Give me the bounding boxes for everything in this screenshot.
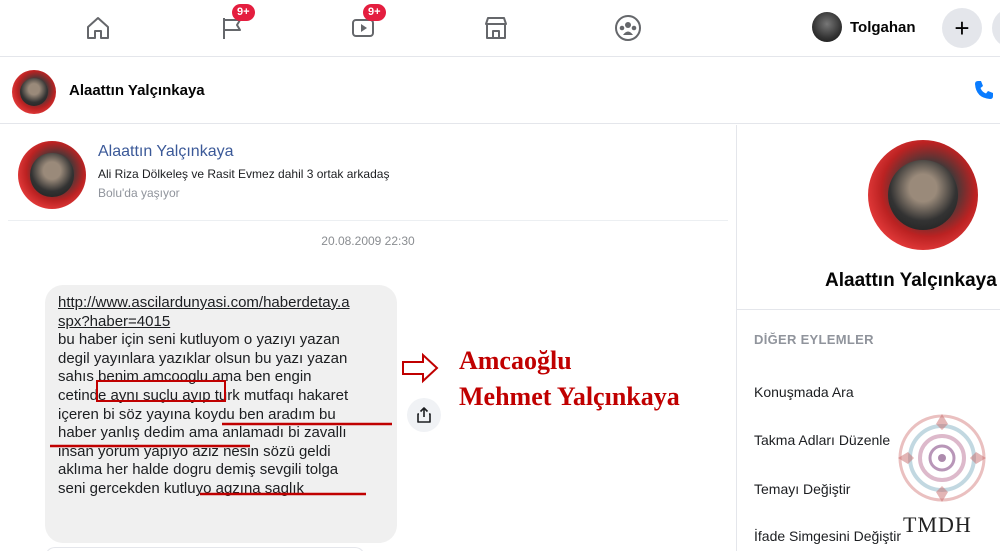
groups-icon[interactable] [610, 10, 646, 46]
video-badge: 9+ [363, 4, 386, 21]
conversation-pane: Alaattın Yalçınkaya Ali Riza Dölkeleş ve… [0, 125, 736, 551]
message-link-line1[interactable]: http://www.ascilardunyasi.com/haberdetay… [58, 294, 385, 313]
message-line: sahıs benim amcooglu ama ben engin [58, 368, 312, 386]
home-icon[interactable] [80, 10, 116, 46]
watermark-text: TMDH [903, 512, 972, 537]
phone-call-icon[interactable] [972, 78, 996, 108]
message-bubble: http://www.ascilardunyasi.com/haberdetay… [45, 285, 397, 543]
message-line: bu haber için seni kutluyom o yazıyı yaz… [58, 331, 340, 349]
divider [737, 309, 1000, 310]
annotation-line1: Amcaoğlu [459, 346, 572, 375]
message-line: cetinde aynı suçlu ayıp turk mutfaqı hak… [58, 386, 349, 404]
profile-card: Alaattın Yalçınkaya Ali Riza Dölkeleş ve… [8, 133, 728, 221]
location-text: Bolu'da yaşıyor [98, 186, 180, 200]
info-panel-name: Alaattın Yalçınkaya [825, 270, 997, 291]
message-line: haber yanlış dedim ama anlamadı bi zaval… [58, 424, 347, 442]
chat-header: Alaattın Yalçınkaya [0, 58, 1000, 124]
message-line: degil yayınlara yazıklar olsun bu yazı y… [58, 349, 348, 367]
message-timestamp: 20.08.2009 22:30 [321, 234, 415, 248]
profile-card-avatar[interactable] [18, 141, 86, 209]
watch-video-icon[interactable]: 9+ [345, 4, 386, 46]
marketplace-icon[interactable] [478, 10, 514, 46]
message-line: aklıma her halde dogru demiş sevgili tol… [58, 461, 339, 479]
message-line: insan yorum yapıyo aziz nesin sözü geldi [58, 442, 331, 460]
mutual-friends: Ali Riza Dölkeleş ve Rasit Evmez dahil 3… [98, 167, 390, 181]
user-avatar[interactable] [812, 12, 842, 42]
next-message-bubble [45, 547, 365, 551]
contact-name[interactable]: Alaattın Yalçınkaya [69, 82, 205, 99]
user-name[interactable]: Tolgahan [850, 19, 916, 36]
change-theme[interactable]: Temayı Değiştir [754, 481, 850, 497]
message-line: seni gercekden kutluyo agzına saglık [58, 479, 304, 497]
top-navigation: 9+ 9+ Tolgahan + [0, 0, 1000, 57]
messenger-button[interactable] [992, 8, 1000, 48]
annotation-line2: Mehmet Yalçınkaya [459, 382, 680, 411]
search-in-conversation[interactable]: Konuşmada Ara [754, 384, 854, 400]
message-link-line2[interactable]: spx?haber=4015 [58, 313, 385, 332]
edit-nicknames[interactable]: Takma Adları Düzenle [754, 432, 890, 448]
info-panel-avatar[interactable] [868, 140, 978, 250]
user-profile-link[interactable]: Tolgahan [812, 12, 916, 42]
message-line: içeren bi söz yayına koydu ben aradım bu [58, 405, 336, 423]
profile-card-name[interactable]: Alaattın Yalçınkaya [98, 143, 234, 161]
share-icon[interactable] [407, 398, 441, 432]
create-button[interactable]: + [942, 8, 982, 48]
contact-avatar[interactable] [12, 70, 56, 114]
notification-badge: 9+ [232, 4, 255, 21]
section-title: DİĞER EYLEMLER [754, 332, 874, 347]
flag-pages-icon[interactable]: 9+ [214, 4, 255, 46]
change-emoji[interactable]: İfade Simgesini Değiştir [754, 528, 901, 544]
